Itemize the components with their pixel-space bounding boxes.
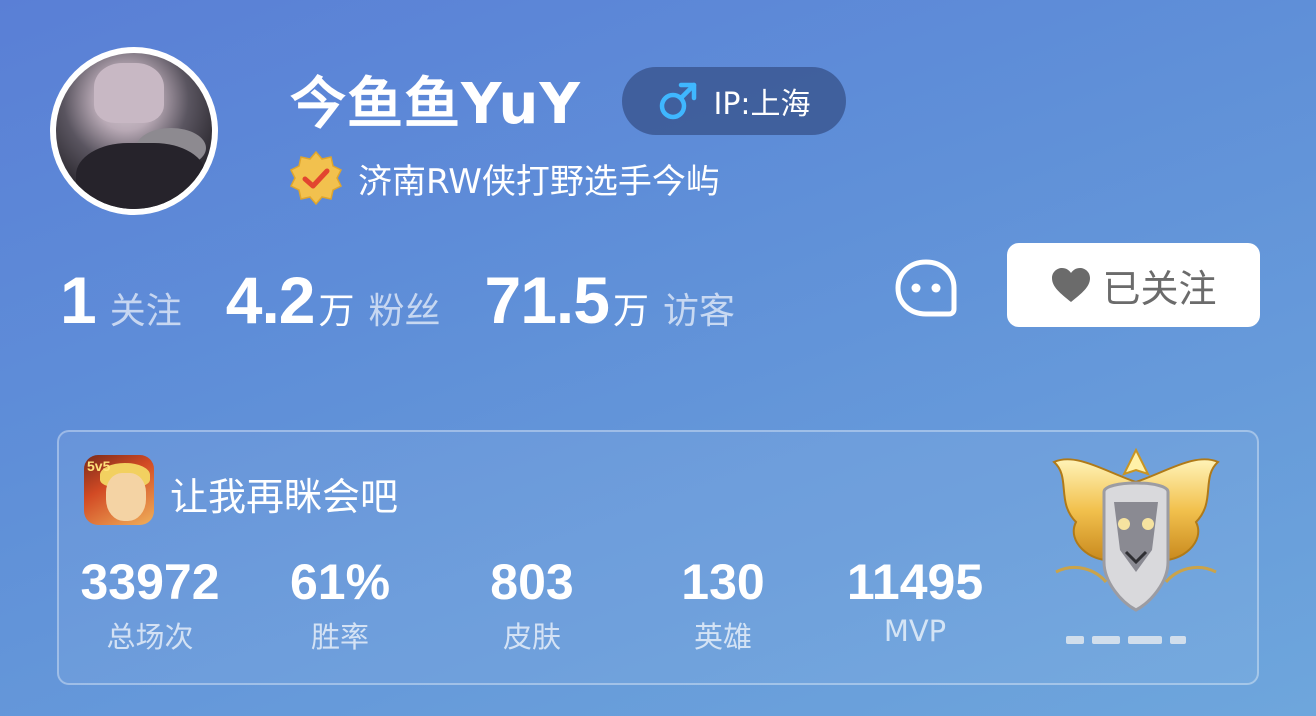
verification-text: 济南RW侠打野选手今屿: [358, 161, 720, 202]
follow-button[interactable]: 已关注: [1007, 243, 1260, 327]
rank-label-blurred: [1066, 630, 1206, 650]
game-stat-value: 33972: [80, 554, 220, 610]
chat-icon[interactable]: [893, 257, 959, 323]
game-stat-label: 英雄: [693, 620, 752, 654]
heart-icon: [1052, 268, 1091, 302]
fans-label: 粉丝: [368, 291, 441, 332]
game-stat-value: 11495: [846, 554, 984, 610]
profile-stats: 1 关注 4.2 万 粉丝 71.5 万 访客: [60, 262, 735, 338]
game-stat-win-rate: 61% 胜率: [260, 552, 420, 656]
visitors-label: 访客: [663, 291, 736, 332]
verification-row: 济南RW侠打野选手今屿: [288, 150, 720, 206]
game-stat-value: 803: [490, 554, 574, 610]
visitors-count: 71.5: [484, 263, 610, 337]
game-stat-total-matches: 33972 总场次: [70, 552, 230, 656]
gender-ip-badge: IP:上海: [622, 67, 846, 135]
fans-count: 4.2: [225, 263, 316, 337]
game-icon-tag: 5v5: [87, 458, 111, 474]
fans-unit: 万: [318, 291, 355, 332]
username: 今鱼鱼YuY: [290, 72, 581, 137]
stat-fans[interactable]: 4.2 万 粉丝: [226, 262, 441, 338]
game-stat-skins: 803 皮肤: [452, 552, 612, 656]
avatar[interactable]: [50, 47, 218, 215]
visitors-unit: 万: [612, 291, 649, 332]
following-count: 1: [60, 263, 97, 337]
game-stat-label: 胜率: [310, 620, 369, 654]
game-stat-value: 61%: [289, 554, 391, 610]
ip-location: IP:上海: [713, 87, 811, 122]
game-stat-label: MVP: [883, 614, 947, 648]
game-app-icon: 5v5: [84, 455, 154, 525]
game-stat-mvp: 11495 MVP: [835, 552, 995, 648]
stat-following[interactable]: 1 关注: [60, 262, 182, 338]
male-icon: [660, 82, 697, 120]
following-label: 关注: [109, 291, 182, 332]
avatar-image: [56, 53, 212, 209]
game-stat-label: 总场次: [106, 620, 194, 654]
follow-label: 已关注: [1102, 266, 1217, 311]
game-stat-value: 130: [681, 554, 765, 610]
game-stat-label: 皮肤: [502, 620, 561, 654]
rank-emblem-icon: [1052, 447, 1220, 612]
verified-badge-icon: [289, 150, 343, 206]
game-nickname: 让我再眯会吧: [170, 475, 399, 519]
stat-visitors[interactable]: 71.5 万 访客: [485, 262, 736, 338]
game-stat-heroes: 130 英雄: [643, 552, 803, 656]
